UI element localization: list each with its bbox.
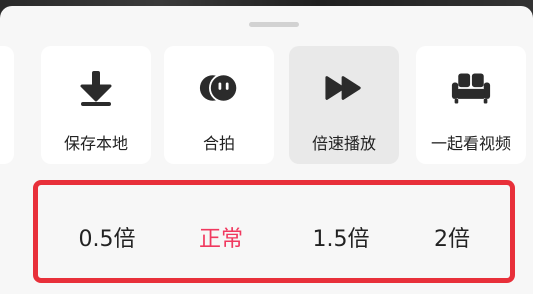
screen: 保存本地 合拍 倍速播放 一起看视频 0.5倍 正常 1.5倍 2倍 [0,0,533,294]
sofa-icon [451,68,491,108]
playback-speed-button[interactable]: 倍速播放 [289,46,399,164]
playback-speed-label: 倍速播放 [311,134,376,153]
save-local-button[interactable]: 保存本地 [41,46,151,164]
watch-together-label: 一起看视频 [430,134,511,153]
action-tile-partial-hidden[interactable] [0,46,14,164]
speed-options-panel: 0.5倍 正常 1.5倍 2倍 [33,180,515,283]
sheet-drag-handle[interactable] [249,22,299,27]
speed-option-2x[interactable]: 2倍 [434,221,470,253]
speed-option-normal[interactable]: 正常 [199,221,243,253]
save-local-label: 保存本地 [63,134,128,153]
speed-option-1-5x[interactable]: 1.5倍 [313,221,370,253]
watch-together-button[interactable]: 一起看视频 [416,46,526,164]
speed-option-0-5x[interactable]: 0.5倍 [79,221,136,253]
action-row: 保存本地 合拍 倍速播放 一起看视频 [0,46,533,170]
fast-forward-icon [324,68,364,108]
duet-button[interactable]: 合拍 [164,46,274,164]
download-arrow-icon [76,68,116,108]
duet-label: 合拍 [202,134,235,153]
duet-icon [199,68,239,108]
